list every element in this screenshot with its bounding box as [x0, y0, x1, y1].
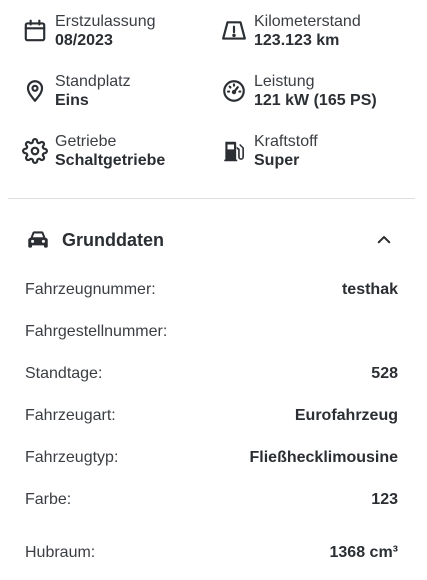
spec-value: Eins — [55, 92, 89, 109]
spec-label: Standplatz — [55, 73, 131, 90]
row-key: Farbe: — [25, 491, 72, 508]
spec-power: Leistung 121 kW (165 PS) — [220, 72, 377, 110]
spec-registration: Erstzulassung 08/2023 — [21, 12, 156, 50]
spec-gearbox: Getriebe Schaltgetriebe — [21, 132, 165, 170]
row-value: Eurofahrzeug — [294, 407, 398, 424]
spec-label: Kilometerstand — [254, 13, 361, 30]
divider — [8, 198, 415, 199]
row-key: Standtage: — [25, 365, 103, 382]
row-value: Fließhecklimousine — [249, 449, 398, 466]
speed-warning-icon — [220, 17, 248, 45]
fuel-pump-icon — [220, 137, 248, 165]
row-key: Fahrzeugart: — [25, 407, 116, 424]
calendar-icon — [21, 17, 49, 45]
table-row: Hubraum: 1368 cm³ — [25, 542, 398, 564]
spec-label: Kraftstoff — [254, 133, 318, 150]
car-icon — [24, 226, 52, 254]
spec-location: Standplatz Eins — [21, 72, 131, 110]
spec-label: Leistung — [254, 73, 315, 90]
spec-value: 08/2023 — [55, 32, 113, 49]
row-value: 1368 cm³ — [329, 544, 399, 561]
spec-label: Erstzulassung — [55, 13, 156, 30]
table-row: Fahrzeugnummer: testhak — [25, 279, 398, 301]
spec-mileage: Kilometerstand 123.123 km — [220, 12, 361, 50]
table-row: Fahrzeugart: Eurofahrzeug — [25, 405, 398, 427]
location-pin-icon — [21, 77, 49, 105]
spec-value: Super — [254, 152, 300, 169]
spec-value: Schaltgetriebe — [55, 152, 166, 169]
gear-icon — [21, 137, 49, 165]
row-value: 528 — [371, 365, 398, 382]
row-value: testhak — [341, 281, 398, 298]
spec-value: 123.123 km — [254, 32, 340, 49]
chevron-up-icon[interactable] — [374, 230, 394, 250]
gauge-icon — [220, 77, 248, 105]
table-row: Fahrgestellnummer: — [25, 321, 398, 343]
section-title: Grunddaten — [62, 229, 164, 250]
table-row: Standtage: 528 — [25, 363, 398, 385]
row-key: Fahrzeugtyp: — [25, 449, 119, 466]
spec-label: Getriebe — [55, 133, 117, 150]
table-row: Fahrzeugtyp: Fließhecklimousine — [25, 447, 398, 469]
table-row: Farbe: 123 — [25, 489, 398, 511]
row-key: Fahrzeugnummer: — [25, 281, 156, 298]
spec-value: 121 kW (165 PS) — [254, 92, 377, 109]
row-key: Fahrgestellnummer: — [25, 323, 168, 340]
row-key: Hubraum: — [25, 544, 96, 561]
row-value: 123 — [371, 491, 398, 508]
section-header-grunddaten[interactable]: Grunddaten — [24, 224, 404, 256]
spec-fuel: Kraftstoff Super — [220, 132, 318, 170]
